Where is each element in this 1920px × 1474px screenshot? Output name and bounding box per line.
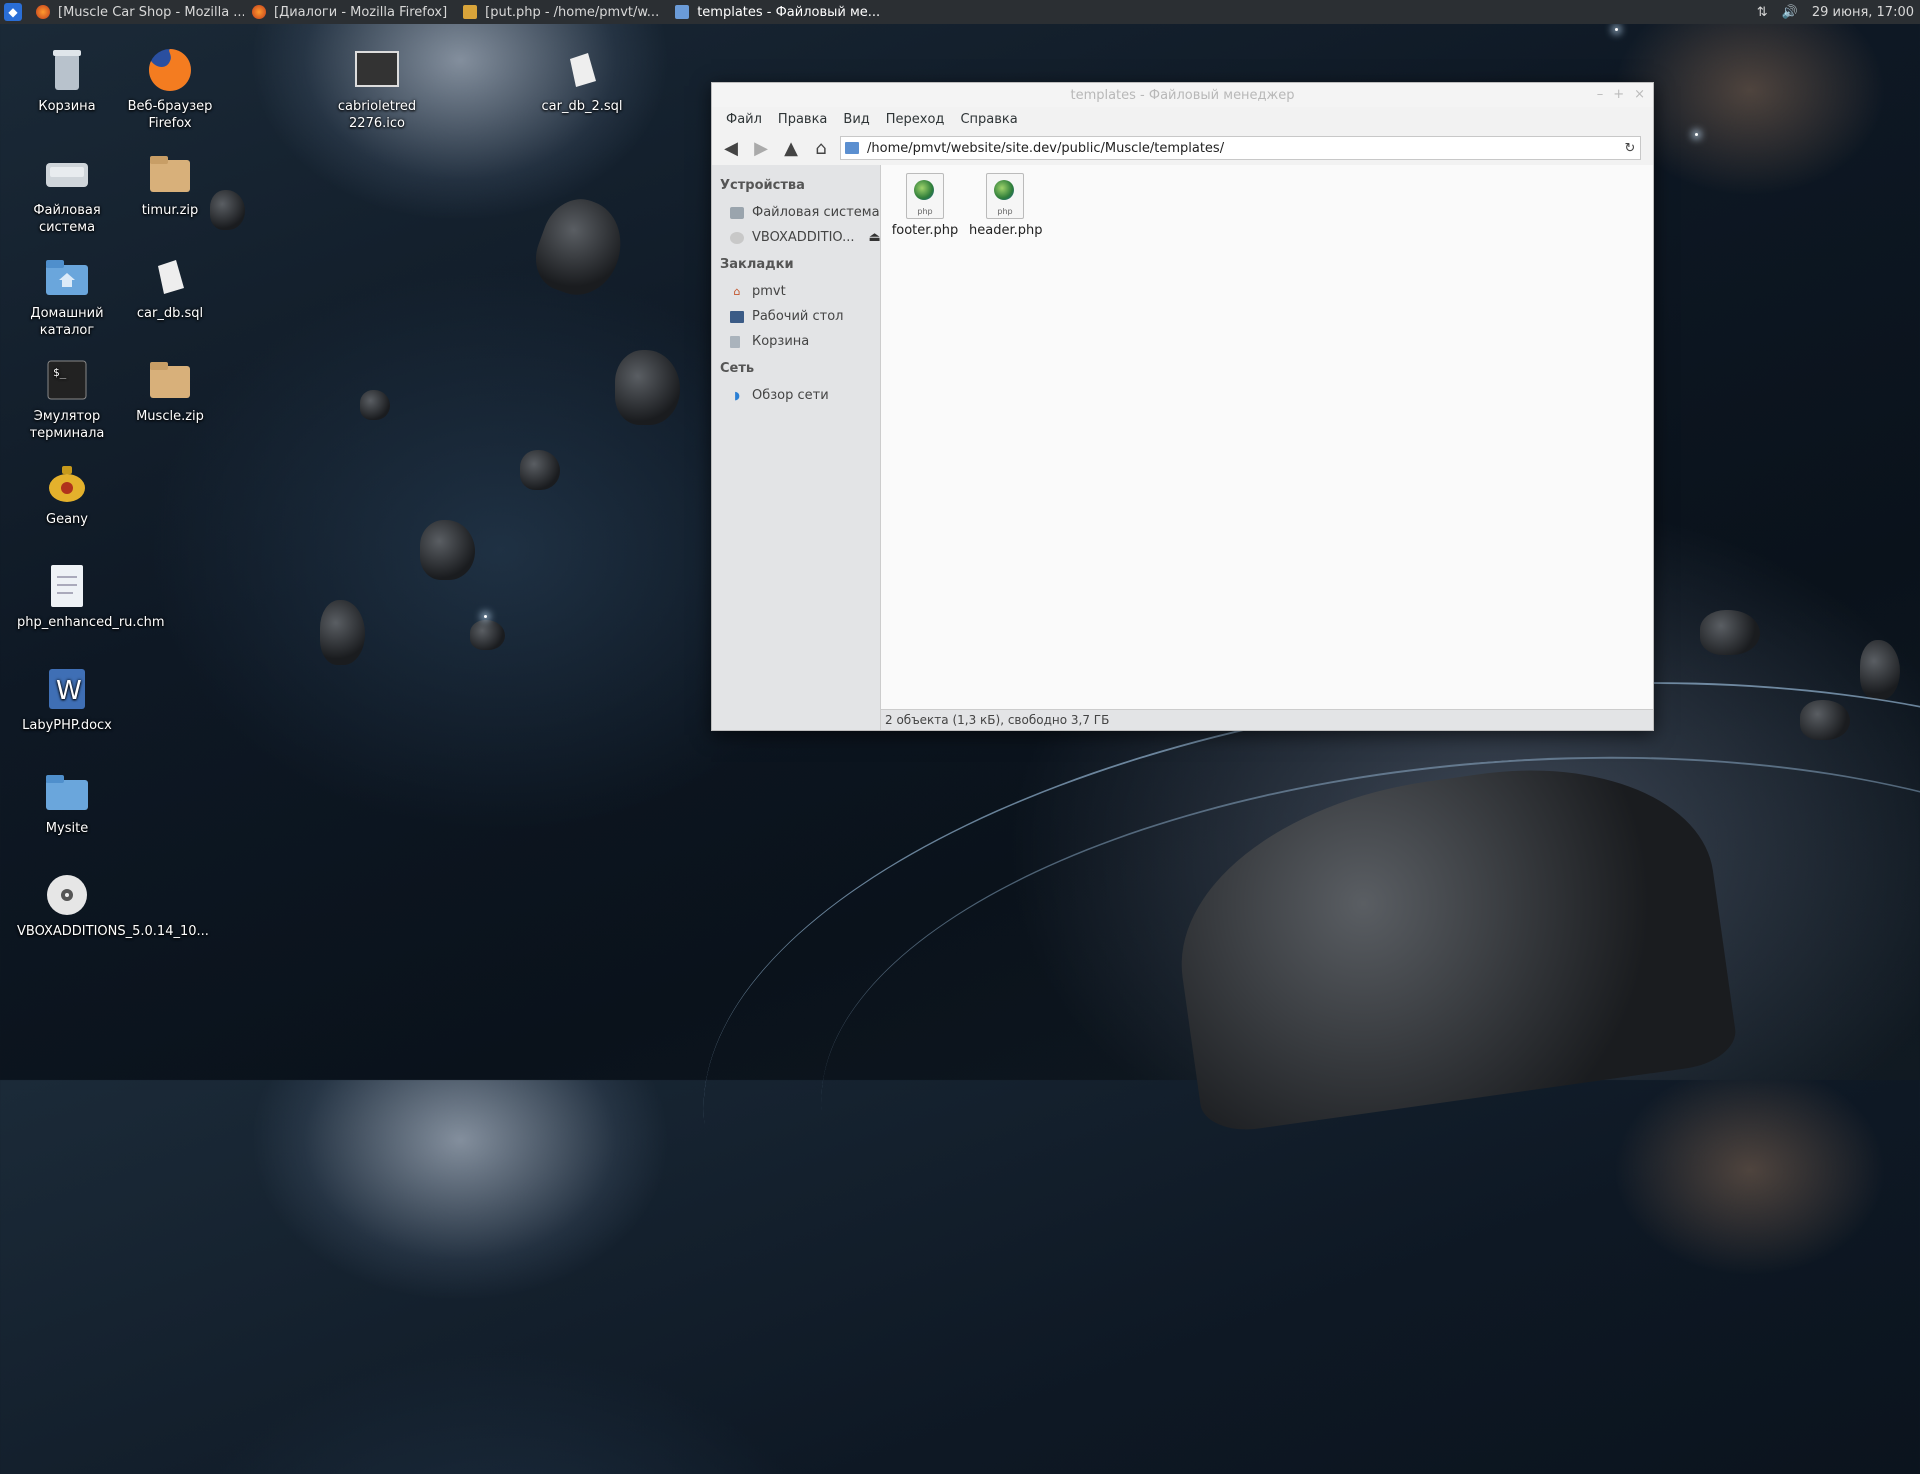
file-name: footer.php — [891, 223, 959, 238]
image-file-icon — [353, 46, 401, 94]
wifi-icon: ◗ — [734, 389, 740, 402]
top-panel: ◆ [Muscle Car Shop - Mozilla ... [Диалог… — [0, 0, 1920, 24]
desktop-icon-firefox[interactable]: Веб-браузер Firefox — [120, 46, 220, 132]
file-name: header.php — [969, 223, 1043, 238]
folder-icon — [845, 142, 859, 154]
optical-disc-icon — [43, 871, 91, 919]
file-manager-window: templates - Файловый менеджер – + × Файл… — [711, 82, 1654, 731]
drive-icon — [43, 150, 91, 198]
archive-icon — [146, 150, 194, 198]
desktop-icon-cabriolet-ico[interactable]: cabrioletred 2276.ico — [327, 46, 427, 132]
desktop-icon-home[interactable]: Домашний каталог — [17, 253, 117, 339]
trash-icon — [730, 335, 740, 348]
sidebar-item-vboxadditions[interactable]: VBOXADDITIO... ⏏ — [712, 225, 881, 250]
terminal-icon: $_ — [43, 356, 91, 404]
menu-view[interactable]: Вид — [835, 112, 877, 127]
minimize-icon[interactable]: – — [1597, 87, 1604, 102]
folder-icon — [43, 768, 91, 816]
applications-menu-icon[interactable]: ◆ — [4, 3, 22, 21]
desktop-icon-car-db-sql[interactable]: car_db.sql — [120, 253, 220, 322]
desktop-icon-geany[interactable]: Geany — [17, 459, 117, 528]
sidebar-section-network: Сеть — [720, 361, 755, 376]
firefox-icon — [36, 5, 50, 19]
document-icon — [43, 562, 91, 610]
home-folder-icon — [43, 253, 91, 301]
eject-icon[interactable]: ⏏ — [869, 230, 881, 245]
desktop-icon — [730, 310, 744, 323]
toolbar: ◀ ▶ ▲ ⌂ ↻ — [712, 131, 1653, 165]
sql-file-icon — [558, 46, 606, 94]
reload-icon[interactable]: ↻ — [1620, 141, 1640, 156]
sql-file-icon — [146, 253, 194, 301]
taskbar-item-geany[interactable]: [put.php - /home/pmvt/w... — [455, 0, 667, 24]
sidebar-item-trash[interactable]: Корзина — [712, 329, 880, 354]
menu-edit[interactable]: Правка — [770, 112, 835, 127]
maximize-icon[interactable]: + — [1613, 87, 1624, 102]
menu-file[interactable]: Файл — [718, 112, 770, 127]
desktop-icon-car-db-2-sql[interactable]: car_db_2.sql — [532, 46, 632, 115]
menu-go[interactable]: Переход — [878, 112, 953, 127]
geany-icon — [43, 459, 91, 507]
volume-icon[interactable]: 🔊 — [1782, 5, 1798, 20]
up-icon[interactable]: ▲ — [776, 135, 806, 161]
optical-disc-icon — [730, 231, 744, 244]
desktop-icon-filesystem[interactable]: Файловая система — [17, 150, 117, 236]
firefox-icon — [146, 46, 194, 94]
taskbar-item-file-manager[interactable]: templates - Файловый ме... — [667, 0, 883, 24]
home-icon[interactable]: ⌂ — [806, 135, 836, 161]
sidebar-item-filesystem[interactable]: Файловая система — [712, 200, 880, 225]
php-file-icon: php — [906, 173, 944, 219]
file-item[interactable]: php header.php — [969, 165, 1043, 238]
desktop-icon-terminal[interactable]: $_ Эмулятор терминала — [17, 356, 117, 442]
forward-icon[interactable]: ▶ — [746, 135, 776, 161]
back-icon[interactable]: ◀ — [716, 135, 746, 161]
archive-icon — [146, 356, 194, 404]
sidebar-item-browse-network[interactable]: ◗ Обзор сети — [712, 383, 880, 408]
network-icon[interactable]: ⇅ — [1757, 5, 1768, 20]
taskbar-item-firefox-muscle[interactable]: [Muscle Car Shop - Mozilla ... — [28, 0, 244, 24]
sidebar-section-devices: Устройства — [720, 178, 805, 193]
folder-icon — [675, 5, 690, 19]
home-icon: ⌂ — [733, 285, 741, 298]
sidebar-item-desktop[interactable]: Рабочий стол — [712, 304, 880, 329]
status-bar: 2 объекта (1,3 кБ), свободно 3,7 ГБ — [881, 709, 1653, 730]
drive-icon — [730, 206, 744, 219]
desktop-icon-mysite[interactable]: Mysite — [17, 768, 117, 837]
firefox-icon — [252, 5, 266, 19]
desktop-icon-muscle-zip[interactable]: Muscle.zip — [120, 356, 220, 425]
desktop-icon-trash[interactable]: Корзина — [17, 46, 117, 115]
sidebar: Устройства Файловая система VBOXADDITIO.… — [712, 165, 881, 730]
taskbar-item-firefox-dialogs[interactable]: [Диалоги - Mozilla Firefox] — [244, 0, 455, 24]
path-input[interactable] — [865, 139, 1620, 157]
word-document-icon: W — [43, 665, 91, 713]
desktop-icon-vboxadditions[interactable]: VBOXADDITIONS_5.0.14_10... — [17, 871, 209, 940]
php-file-icon: php — [986, 173, 1024, 219]
window-title: templates - Файловый менеджер — [1070, 87, 1295, 103]
status-text: 2 объекта (1,3 кБ), свободно 3,7 ГБ — [885, 713, 1110, 727]
desktop-icon-php-chm[interactable]: php_enhanced_ru.chm — [17, 562, 165, 631]
svg-text:W: W — [56, 676, 82, 706]
sidebar-section-bookmarks: Закладки — [720, 257, 794, 272]
desktop-icon-labyphp-docx[interactable]: W LabyPHP.docx — [17, 665, 117, 734]
trash-icon — [43, 46, 91, 94]
desktop-icon-timur-zip[interactable]: timur.zip — [120, 150, 220, 219]
location-bar: ↻ — [840, 136, 1641, 160]
sidebar-item-pmvt[interactable]: ⌂ pmvt — [712, 279, 880, 304]
file-view[interactable]: php footer.php php header.php 2 объекта … — [881, 165, 1653, 730]
svg-text:$_: $_ — [53, 366, 67, 379]
close-icon[interactable]: × — [1634, 87, 1645, 102]
menu-help[interactable]: Справка — [952, 112, 1025, 127]
clock[interactable]: 29 июня, 17:00 — [1812, 5, 1914, 20]
geany-icon — [463, 5, 478, 19]
window-titlebar[interactable]: templates - Файловый менеджер – + × — [712, 83, 1653, 107]
menubar: Файл Правка Вид Переход Справка — [712, 107, 1653, 131]
system-tray: ⇅ 🔊 29 июня, 17:00 — [1757, 5, 1920, 20]
file-item[interactable]: php footer.php — [889, 165, 961, 238]
